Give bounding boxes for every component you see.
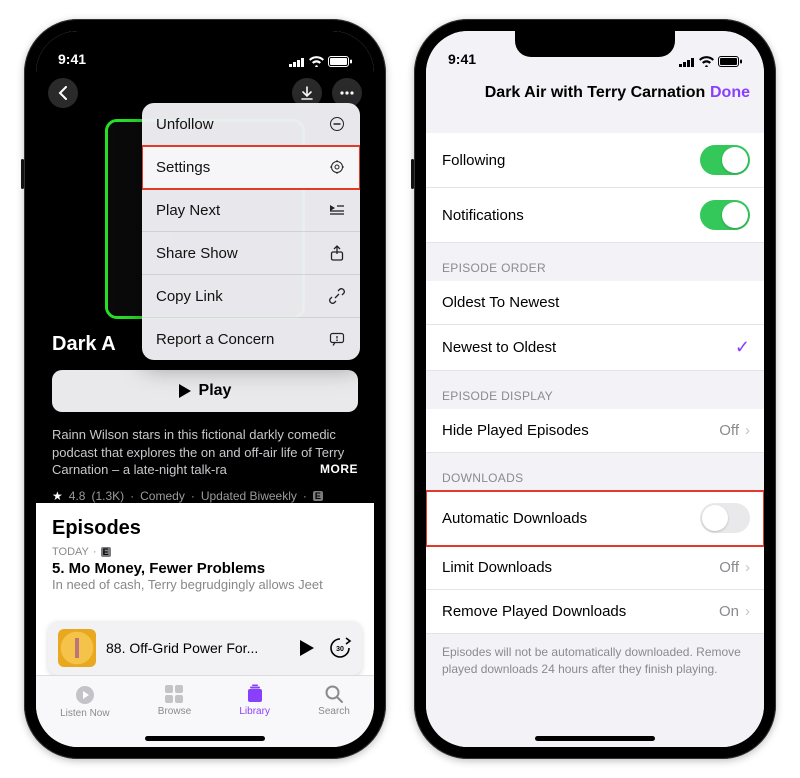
show-description: Rainn Wilson stars in this fictional dar… bbox=[52, 426, 358, 479]
play-next-icon bbox=[328, 201, 346, 219]
downloads-footer-note: Episodes will not be automatically downl… bbox=[426, 634, 764, 708]
chevron-right-icon: › bbox=[745, 603, 750, 620]
signal-icon bbox=[679, 57, 695, 67]
phone-right: 9:41 Dark Air with Terry Carnation Done … bbox=[414, 19, 776, 759]
row-limit-downloads[interactable]: Limit Downloads Off› bbox=[426, 546, 764, 590]
notch bbox=[125, 31, 285, 57]
row-oldest-newest[interactable]: Oldest To Newest bbox=[426, 281, 764, 325]
svg-text:30: 30 bbox=[336, 646, 344, 653]
phone-left: 9:41 Dark A bbox=[24, 19, 386, 759]
explicit-badge: E bbox=[101, 547, 111, 557]
library-icon bbox=[245, 684, 265, 704]
back-button[interactable] bbox=[48, 78, 78, 108]
report-icon bbox=[328, 330, 346, 348]
play-circle-icon bbox=[74, 684, 96, 706]
gear-icon bbox=[328, 158, 346, 176]
tab-search[interactable]: Search bbox=[318, 684, 350, 717]
play-icon[interactable] bbox=[300, 640, 314, 656]
more-button-text[interactable]: MORE bbox=[320, 461, 358, 477]
row-notifications[interactable]: Notifications bbox=[426, 188, 764, 243]
show-metadata: ★ 4.8 (1.3K) · Comedy · Updated Biweekly… bbox=[52, 489, 358, 503]
episode-description: In need of cash, Terry begrudgingly allo… bbox=[36, 577, 374, 602]
download-icon bbox=[300, 86, 314, 100]
chevron-left-icon bbox=[58, 86, 68, 100]
now-playing-bar[interactable]: 88. Off-Grid Power For... 30 bbox=[48, 621, 362, 675]
tab-listen-now[interactable]: Listen Now bbox=[60, 684, 109, 719]
status-icons bbox=[289, 56, 352, 67]
status-time: 9:41 bbox=[58, 51, 86, 67]
menu-copy-link[interactable]: Copy Link bbox=[142, 275, 360, 318]
episodes-header: Episodes bbox=[36, 503, 374, 546]
battery-icon bbox=[328, 56, 352, 67]
signal-icon bbox=[289, 57, 305, 67]
star-icon: ★ bbox=[52, 489, 63, 503]
toggle-following[interactable] bbox=[700, 145, 750, 175]
menu-settings[interactable]: Settings bbox=[142, 146, 360, 189]
row-remove-played-downloads[interactable]: Remove Played Downloads On› bbox=[426, 590, 764, 634]
menu-unfollow[interactable]: Unfollow bbox=[142, 103, 360, 146]
nav-bar: Dark Air with Terry Carnation Done bbox=[426, 71, 764, 115]
group-episode-order: EPISODE ORDER bbox=[426, 243, 764, 281]
share-icon bbox=[328, 244, 346, 262]
schedule: Updated Biweekly bbox=[201, 489, 297, 503]
notch bbox=[515, 31, 675, 57]
skip-forward-30-icon[interactable]: 30 bbox=[328, 636, 352, 660]
rating-value: 4.8 bbox=[69, 489, 86, 503]
settings-list[interactable]: Following Notifications EPISODE ORDER Ol… bbox=[426, 115, 764, 747]
battery-icon bbox=[718, 56, 742, 67]
toggle-automatic-downloads[interactable] bbox=[700, 503, 750, 533]
home-indicator[interactable] bbox=[145, 736, 265, 741]
ellipsis-icon bbox=[340, 91, 354, 95]
chevron-right-icon: › bbox=[745, 422, 750, 439]
chevron-right-icon: › bbox=[745, 559, 750, 576]
screen-left: 9:41 Dark A bbox=[36, 31, 374, 747]
row-newest-oldest[interactable]: Newest to Oldest ✓ bbox=[426, 325, 764, 371]
status-icons bbox=[679, 56, 742, 67]
now-playing-artwork bbox=[58, 629, 96, 667]
minus-circle-icon bbox=[328, 115, 346, 133]
episode-title[interactable]: 5. Mo Money, Fewer Problems bbox=[36, 558, 374, 577]
row-following[interactable]: Following bbox=[426, 133, 764, 188]
play-icon bbox=[179, 384, 191, 398]
rating-count: (1.3K) bbox=[91, 489, 124, 503]
context-menu: Unfollow Settings Play Next Share Show C… bbox=[142, 103, 360, 360]
explicit-badge: E bbox=[313, 491, 323, 501]
now-playing-title: 88. Off-Grid Power For... bbox=[106, 640, 290, 656]
screen-right: 9:41 Dark Air with Terry Carnation Done … bbox=[426, 31, 764, 747]
play-label: Play bbox=[199, 382, 232, 400]
row-automatic-downloads[interactable]: Automatic Downloads bbox=[426, 491, 764, 546]
episode-date: TODAY · E bbox=[36, 546, 374, 558]
status-time: 9:41 bbox=[448, 51, 476, 67]
episodes-section: Episodes TODAY · E 5. Mo Money, Fewer Pr… bbox=[36, 503, 374, 602]
menu-share-show[interactable]: Share Show bbox=[142, 232, 360, 275]
done-button[interactable]: Done bbox=[710, 84, 750, 102]
home-indicator[interactable] bbox=[535, 736, 655, 741]
menu-play-next[interactable]: Play Next bbox=[142, 189, 360, 232]
wifi-icon bbox=[309, 56, 324, 67]
category: Comedy bbox=[140, 489, 185, 503]
menu-report[interactable]: Report a Concern bbox=[142, 318, 360, 360]
play-button[interactable]: Play bbox=[52, 370, 358, 412]
toggle-notifications[interactable] bbox=[700, 200, 750, 230]
tab-library[interactable]: Library bbox=[239, 684, 270, 717]
group-downloads: DOWNLOADS bbox=[426, 453, 764, 491]
nav-title: Dark Air with Terry Carnation bbox=[485, 84, 706, 102]
wifi-icon bbox=[699, 56, 714, 67]
checkmark-icon: ✓ bbox=[735, 337, 750, 358]
tab-browse[interactable]: Browse bbox=[158, 684, 191, 717]
group-episode-display: EPISODE DISPLAY bbox=[426, 371, 764, 409]
row-hide-played[interactable]: Hide Played Episodes Off› bbox=[426, 409, 764, 453]
search-icon bbox=[324, 684, 344, 704]
link-icon bbox=[328, 287, 346, 305]
grid-icon bbox=[164, 684, 184, 704]
